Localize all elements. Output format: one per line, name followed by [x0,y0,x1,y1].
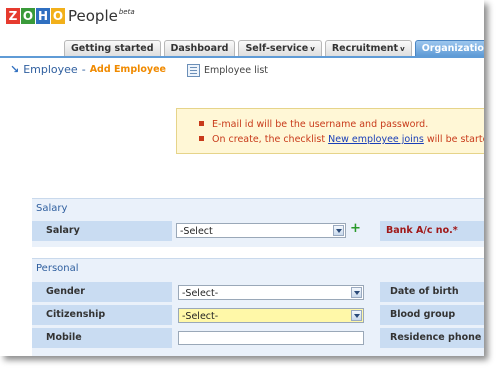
zoho-people-logo[interactable]: Z O H O People beta [6,8,135,24]
checklist-link[interactable]: New employee joins [328,134,424,145]
logo-letter: Z [6,8,20,24]
salary-label: Salary [32,221,172,241]
tab-label: Getting started [71,43,154,54]
tab-self-service[interactable]: Self-service v [238,40,322,56]
main-nav-tabs: Getting started Dashboard Self-service v … [64,40,484,56]
notice-line: E-mail id will be the username and passw… [199,119,428,130]
dob-label: Date of birth [380,282,484,302]
bullet-icon [199,121,204,126]
mobile-label: Mobile [32,328,172,348]
notice-text: E-mail id will be the username and passw… [212,119,429,130]
tab-organization[interactable]: Organizationv [414,40,484,56]
tab-label: Self-service [245,43,309,54]
gender-select[interactable]: -Select- [178,285,364,300]
tab-label: Dashboard [170,43,229,54]
add-icon[interactable]: + [350,221,361,236]
tab-recruitment[interactable]: Recruitment v [324,40,412,56]
list-icon [187,64,200,77]
chevron-down-icon[interactable] [351,310,362,321]
bank-account-label: Bank A/c no.* [380,221,484,241]
tab-label: Organization [421,43,484,54]
mobile-input[interactable] [178,331,364,345]
section-title: Salary [36,203,68,214]
tab-getting-started[interactable]: Getting started [64,40,161,56]
tab-label: Recruitment [331,43,399,54]
chevron-down-icon[interactable] [351,287,362,298]
chevron-down-icon[interactable] [333,225,344,236]
select-value: -Select [180,226,213,237]
page-title: Add Employee [89,64,166,75]
chevron-down-icon: v [310,45,315,53]
logo-letter: H [36,8,50,24]
chevron-down-icon: v [400,45,405,53]
employee-list-label: Employee list [204,65,269,76]
salary-select[interactable]: -Select [176,223,346,238]
beta-badge: beta [118,8,135,16]
notice-text: will be started. [426,134,484,145]
tab-dashboard[interactable]: Dashboard [163,40,236,56]
breadcrumb-separator: - [81,63,86,76]
notice-text: On create, the checklist [212,134,329,145]
section-title: Personal [36,263,79,274]
breadcrumb-section[interactable]: Employee [23,63,77,76]
logo-letter: O [21,8,35,24]
salary-section: Salary Salary -Select + Bank A/c no.* [32,198,484,247]
bullet-icon [199,136,204,141]
logo-letter: O [51,8,65,24]
gender-label: Gender [32,282,172,302]
employee-list-link[interactable]: Employee list [187,64,268,77]
citizenship-label: Citizenship [32,305,172,325]
blood-group-label: Blood group [380,305,484,325]
app-window: Z O H O People beta Getting started Dash… [0,0,484,356]
personal-section: Personal Gender -Select- Date of birth C… [32,258,484,356]
notice-line: On create, the checklist New employee jo… [199,134,484,145]
product-name: People [68,7,118,25]
select-value: -Select- [182,311,219,322]
select-value: -Select- [182,288,219,299]
return-arrow-icon: ↘ [10,63,20,76]
citizenship-select[interactable]: -Select- [178,308,364,323]
tab-bar-underline [0,56,484,58]
residence-phone-label: Residence phone [380,328,484,348]
breadcrumb: ↘ Employee - Add Employee [10,63,166,76]
info-notice: E-mail id will be the username and passw… [176,108,484,154]
